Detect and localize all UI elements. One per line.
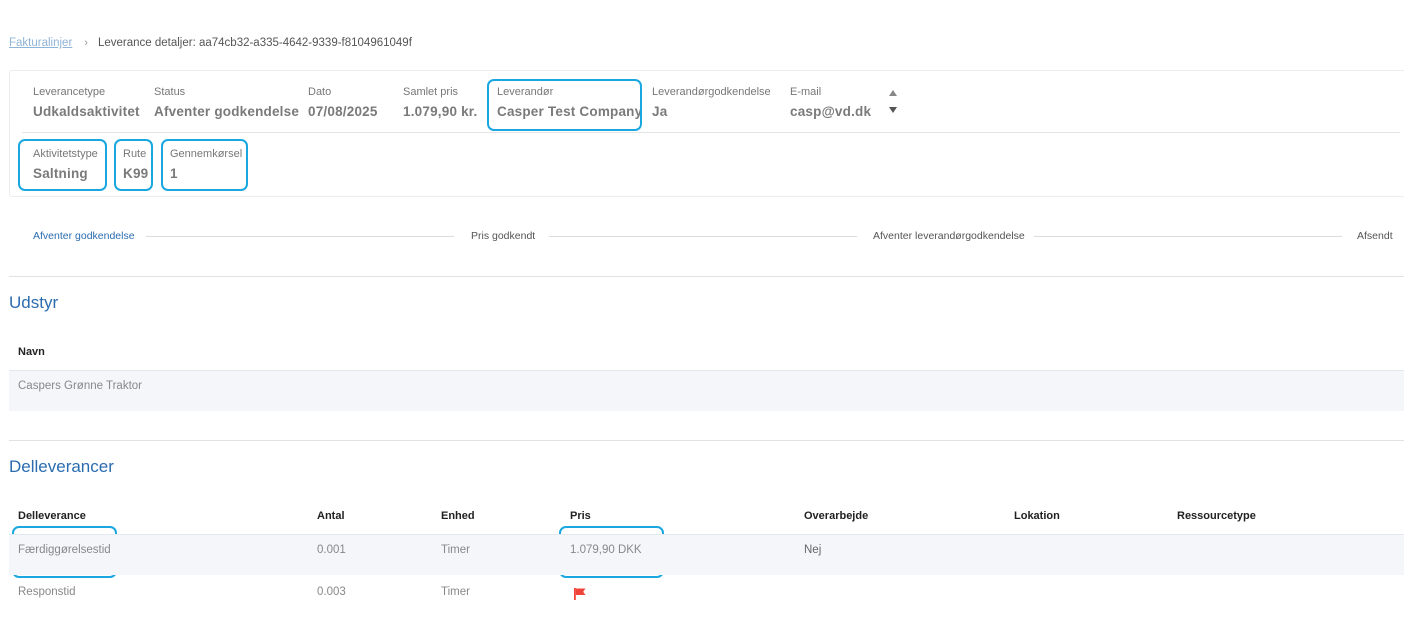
field-label: Gennemkørsel [170, 148, 243, 160]
step-afventer-godkendelse: Afventer godkendelse [33, 230, 135, 242]
field-leverancetype: Leverancetype Udkaldsaktivitet [33, 86, 140, 119]
cell-delleverance: Færdiggørelsestid [18, 544, 111, 556]
field-value: 1 [170, 166, 178, 181]
cell-overarbejde: Nej [804, 544, 822, 556]
field-label: Leverandørgodkendelse [652, 86, 771, 98]
step-connector [549, 236, 857, 237]
cell-antal: 0.003 [317, 586, 346, 598]
breadcrumb: Fakturalinjer › Leverance detaljer: aa74… [9, 37, 412, 49]
cell-pris: 1.079,90 DKK [570, 544, 642, 556]
field-email: E-mail casp@vd.dk [790, 86, 871, 119]
field-label: E-mail [790, 86, 822, 98]
field-dato: Dato 07/08/2025 [308, 86, 378, 119]
field-value: Ja [652, 104, 668, 119]
field-label: Leverancetype [33, 86, 106, 98]
field-label: Leverandør [497, 86, 554, 98]
column-header-delleverance: Delleverance [18, 510, 86, 522]
column-header-overarbejde: Overarbejde [804, 510, 869, 522]
field-label: Rute [123, 148, 147, 160]
caret-up-icon [889, 90, 897, 96]
field-value: K99 [123, 166, 149, 181]
flag-icon[interactable] [573, 587, 587, 601]
step-afsendt: Afsendt [1357, 230, 1393, 242]
column-header-navn: Navn [18, 346, 45, 358]
step-afventer-leverandorgodkendelse: Afventer leverandørgodkendelse [873, 230, 1025, 242]
step-connector [1034, 236, 1342, 237]
column-header-pris: Pris [570, 510, 591, 522]
breadcrumb-link-fakturalinjer[interactable]: Fakturalinjer [9, 37, 72, 49]
delivery-summary-card: Leverancetype Udkaldsaktivitet Status Af… [9, 70, 1404, 197]
column-header-antal: Antal [317, 510, 345, 522]
field-value: Saltning [33, 166, 88, 181]
field-value: 1.079,90 kr. [403, 104, 478, 119]
section-divider [9, 440, 1404, 441]
field-status: Status Afventer godkendelse [154, 86, 299, 119]
field-value: casp@vd.dk [790, 104, 872, 119]
field-value: Casper Test Company [497, 104, 643, 119]
cell-enhed: Timer [441, 586, 470, 598]
section-title-delleverancer: Delleverancer [9, 457, 114, 476]
step-connector [146, 236, 454, 237]
section-divider [9, 276, 1404, 277]
column-header-ressourcetype: Ressourcetype [1177, 510, 1256, 522]
field-aktivitetstype: Aktivitetstype Saltning [33, 148, 98, 181]
cell-navn: Caspers Grønne Traktor [18, 380, 142, 392]
field-label: Samlet pris [403, 86, 459, 98]
field-label: Aktivitetstype [33, 148, 98, 160]
column-header-lokation: Lokation [1014, 510, 1060, 522]
field-leverandor: Leverandør Casper Test Company [497, 86, 642, 119]
table-row[interactable] [9, 370, 1404, 411]
sort-toggle-icon[interactable] [887, 88, 899, 116]
cell-antal: 0.001 [317, 544, 346, 556]
status-stepper: Afventer godkendelse Pris godkendt Afven… [9, 226, 1399, 246]
step-pris-godkendt: Pris godkendt [471, 230, 536, 242]
field-label: Status [154, 86, 186, 98]
table-row[interactable] [9, 534, 1404, 575]
cell-delleverance: Responstid [18, 586, 76, 598]
field-value: Udkaldsaktivitet [33, 104, 140, 119]
breadcrumb-current: Leverance detaljer: aa74cb32-a335-4642-9… [97, 37, 412, 49]
chevron-right-icon: › [84, 37, 88, 49]
field-gennemkorsel: Gennemkørsel 1 [170, 148, 242, 181]
card-divider [22, 132, 1400, 133]
field-label: Dato [308, 86, 332, 98]
caret-down-icon [889, 107, 897, 113]
cell-enhed: Timer [441, 544, 470, 556]
field-value: 07/08/2025 [308, 104, 378, 119]
section-title-udstyr: Udstyr [9, 293, 59, 312]
field-rute: Rute K99 [123, 148, 148, 181]
field-leverandor-godkendelse: Leverandørgodkendelse Ja [652, 86, 771, 119]
field-value: Afventer godkendelse [154, 104, 300, 119]
field-samlet-pris: Samlet pris 1.079,90 kr. [403, 86, 477, 119]
column-header-enhed: Enhed [441, 510, 475, 522]
